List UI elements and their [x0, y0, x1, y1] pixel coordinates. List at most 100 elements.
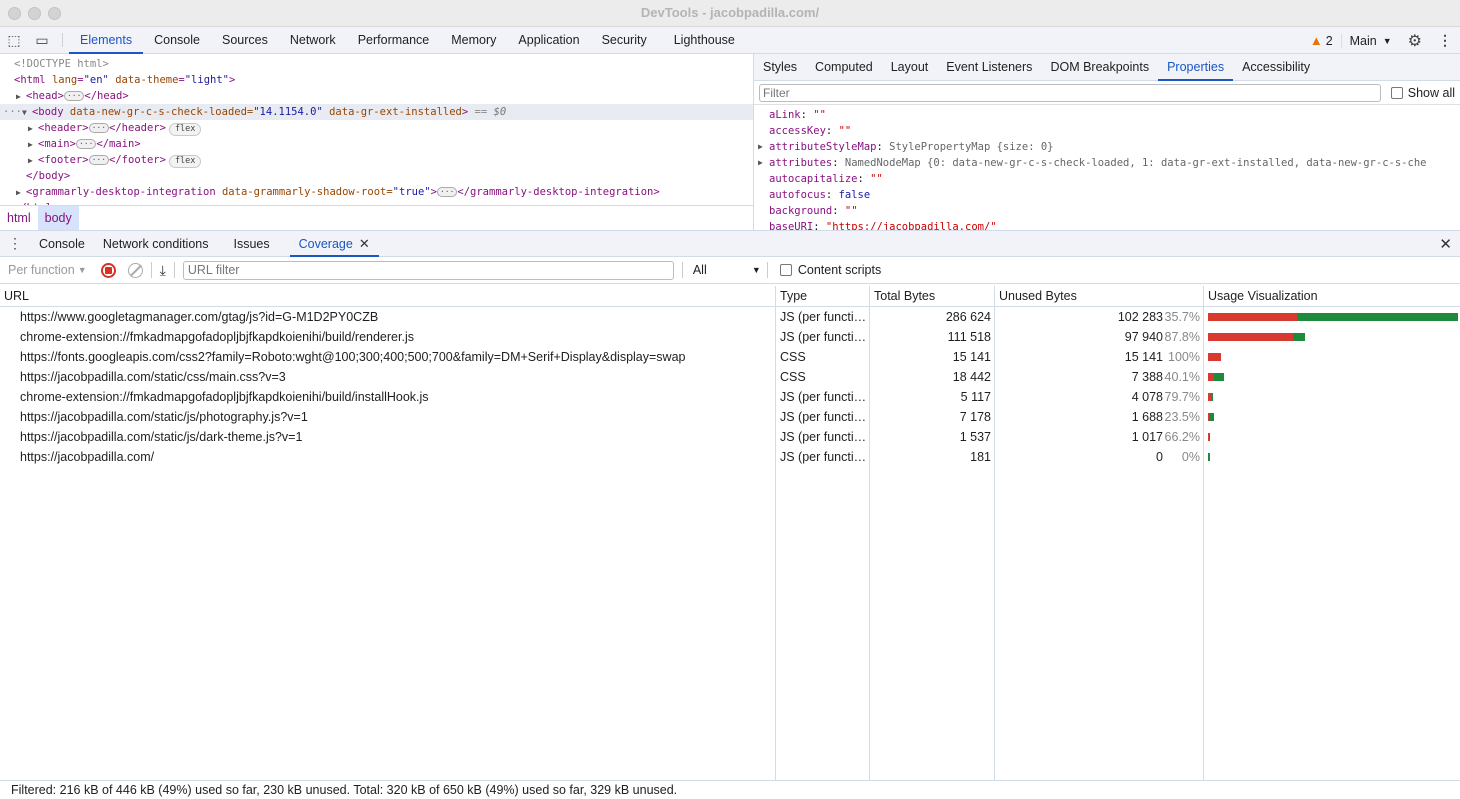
expand-triangle-icon[interactable]: ▶: [28, 121, 38, 137]
table-row[interactable]: https://jacobpadilla.com/ JS (per functi…: [0, 447, 1460, 467]
table-row[interactable]: https://www.googletagmanager.com/gtag/js…: [0, 307, 1460, 327]
property-value: NamedNodeMap {0: data-new-gr-c-s-check-l…: [844, 157, 1427, 169]
inspect-element-icon[interactable]: ⬚: [0, 27, 28, 53]
tab-network[interactable]: Network: [279, 27, 347, 53]
dom-node-body-close[interactable]: </body>: [0, 168, 753, 184]
tab-sources[interactable]: Sources: [211, 27, 279, 53]
breadcrumb-body[interactable]: body: [37, 206, 79, 230]
dom-node-html[interactable]: <html lang="en" data-theme="light">: [0, 72, 753, 88]
attr-name: data-theme: [115, 74, 179, 86]
gear-icon[interactable]: ⚙: [1400, 31, 1430, 51]
dom-node-head[interactable]: ▶ <head> ··· </head>: [0, 88, 753, 104]
close-tab-icon[interactable]: ✕: [359, 236, 370, 252]
expand-triangle-icon[interactable]: ▶: [16, 185, 26, 201]
cell-url: https://jacobpadilla.com/: [20, 450, 155, 464]
more-options-icon[interactable]: ⋮: [1430, 32, 1460, 49]
clear-icon[interactable]: [127, 262, 143, 278]
tab-lighthouse[interactable]: Lighthouse: [658, 27, 746, 53]
expand-triangle-icon[interactable]: ▶: [28, 137, 38, 153]
dom-node-body[interactable]: ···▼ <body data-new-gr-c-s-check-loaded="…: [0, 104, 753, 120]
breadcrumb: html body: [0, 205, 753, 230]
tab-layout[interactable]: Layout: [882, 54, 938, 80]
export-download-icon[interactable]: ⤓: [160, 262, 166, 279]
usage-bar-used-segment: [1208, 453, 1210, 461]
close-drawer-icon[interactable]: ✕: [1439, 235, 1452, 253]
property-row[interactable]: baseURI: "https://jacobpadilla.com/": [754, 219, 1460, 230]
equals-text: ==: [468, 106, 494, 118]
ellipsis-icon[interactable]: ···: [88, 123, 110, 133]
cell-url: chrome-extension://fmkadmapgofadopljbjfk…: [20, 390, 429, 404]
coverage-type-selector[interactable]: Per function ▼: [8, 263, 87, 277]
breadcrumb-html[interactable]: html: [0, 206, 38, 230]
dom-node-main[interactable]: ▶ <main> ··· </main>: [0, 136, 753, 152]
tab-event-listeners[interactable]: Event Listeners: [937, 54, 1041, 80]
dom-node-doctype[interactable]: <!DOCTYPE html>: [0, 56, 753, 72]
target-selector[interactable]: Main ▼: [1340, 33, 1400, 48]
table-row[interactable]: https://jacobpadilla.com/static/js/photo…: [0, 407, 1460, 427]
table-row[interactable]: chrome-extension://fmkadmapgofadopljbjfk…: [0, 387, 1460, 407]
content-scripts-checkbox[interactable]: Content scripts: [779, 263, 881, 277]
flex-badge[interactable]: flex: [168, 123, 202, 136]
column-header-unused-bytes[interactable]: Unused Bytes: [995, 286, 1204, 306]
drawer-tab-console[interactable]: Console: [30, 231, 94, 256]
tab-dom-breakpoints[interactable]: DOM Breakpoints: [1041, 54, 1158, 80]
drawer-tab-network-conditions[interactable]: Network conditions: [94, 231, 225, 256]
table-row[interactable]: https://jacobpadilla.com/static/js/dark-…: [0, 427, 1460, 447]
dom-node-grammarly[interactable]: ▶ <grammarly-desktop-integration data-gra…: [0, 184, 753, 200]
node-actions-icon[interactable]: ···: [3, 106, 22, 118]
ellipsis-icon[interactable]: ···: [88, 155, 110, 165]
property-row[interactable]: ▶ attributeStyleMap: StylePropertyMap {si…: [754, 139, 1460, 155]
usage-bar: [1208, 313, 1458, 321]
expand-triangle-icon[interactable]: ▶: [758, 155, 763, 171]
property-row[interactable]: autofocus: false: [754, 187, 1460, 203]
cell-url: https://jacobpadilla.com/static/css/main…: [20, 370, 286, 384]
property-row[interactable]: aLink: "": [754, 107, 1460, 123]
usage-bar-used-segment: [1209, 433, 1210, 441]
device-toolbar-icon[interactable]: ▭: [28, 27, 56, 53]
warnings-button[interactable]: ▲ 2: [1302, 33, 1341, 48]
drawer-menu-icon[interactable]: ⋮: [0, 231, 30, 256]
tab-performance[interactable]: Performance: [347, 27, 441, 53]
url-filter-input[interactable]: URL filter: [182, 260, 674, 280]
checkbox-box[interactable]: [779, 264, 792, 276]
drawer-tab-coverage[interactable]: Coverage ✕: [289, 231, 379, 257]
tab-application[interactable]: Application: [507, 27, 590, 53]
dom-node-header[interactable]: ▶ <header> ··· </header> flex: [0, 120, 753, 136]
expand-triangle-icon[interactable]: ▶: [16, 89, 26, 105]
cell-total-bytes: 1 537: [959, 430, 991, 444]
resource-type-select[interactable]: All ▼: [691, 263, 763, 277]
stop-recording-icon[interactable]: [100, 262, 116, 278]
tab-styles[interactable]: Styles: [754, 54, 806, 80]
tab-accessibility[interactable]: Accessibility: [1233, 54, 1319, 80]
tab-security[interactable]: Security: [591, 27, 658, 53]
expand-triangle-icon[interactable]: ▶: [758, 139, 763, 155]
tab-elements[interactable]: Elements: [69, 27, 144, 54]
checkbox-box[interactable]: [1390, 86, 1403, 99]
column-header-total-bytes[interactable]: Total Bytes: [870, 286, 995, 306]
table-row[interactable]: https://fonts.googleapis.com/css2?family…: [0, 347, 1460, 367]
tab-computed[interactable]: Computed: [806, 54, 882, 80]
tab-properties[interactable]: Properties: [1158, 54, 1234, 81]
property-row[interactable]: autocapitalize: "": [754, 171, 1460, 187]
ellipsis-icon[interactable]: ···: [436, 187, 458, 197]
dom-node-footer[interactable]: ▶ <footer> ··· </footer> flex: [0, 152, 753, 168]
drawer-tab-issues[interactable]: Issues: [224, 231, 289, 256]
ellipsis-icon[interactable]: ···: [75, 139, 97, 149]
table-row[interactable]: https://jacobpadilla.com/static/css/main…: [0, 367, 1460, 387]
cell-url: chrome-extension://fmkadmapgofadopljbjfk…: [20, 330, 414, 344]
column-header-url[interactable]: URL: [0, 286, 776, 306]
ellipsis-icon[interactable]: ···: [63, 91, 85, 101]
collapse-triangle-icon[interactable]: ▼: [22, 105, 32, 121]
tab-memory[interactable]: Memory: [440, 27, 507, 53]
expand-triangle-icon[interactable]: ▶: [28, 153, 38, 169]
property-row[interactable]: accessKey: "": [754, 123, 1460, 139]
column-header-usage-visualization[interactable]: Usage Visualization: [1204, 286, 1460, 306]
tab-console[interactable]: Console: [143, 27, 211, 53]
column-header-type[interactable]: Type: [776, 286, 870, 306]
table-row[interactable]: chrome-extension://fmkadmapgofadopljbjfk…: [0, 327, 1460, 347]
properties-filter-input[interactable]: Filter: [759, 83, 1381, 102]
flex-badge[interactable]: flex: [168, 155, 202, 168]
show-all-checkbox[interactable]: Show all: [1390, 86, 1455, 100]
property-row[interactable]: background: "": [754, 203, 1460, 219]
property-row[interactable]: ▶ attributes: NamedNodeMap {0: data-new-g…: [754, 155, 1460, 171]
